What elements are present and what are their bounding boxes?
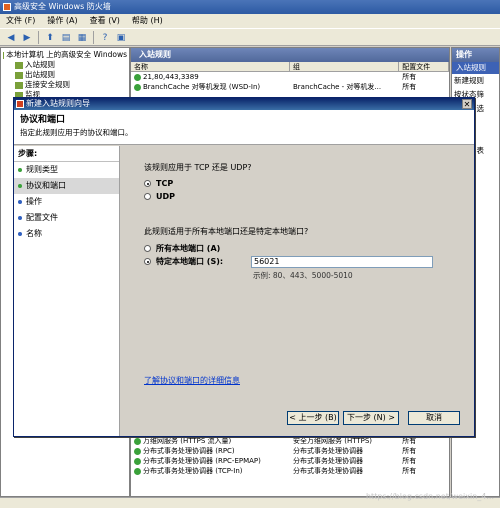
dialog-body: 步骤: 规则类型 协议和端口 操作 配置文件 名称 该规则应用于 TCP 还是 … bbox=[14, 146, 474, 436]
rules-list-bottom: 万维网服务 (HTTPS 流入量) 安全万维网服务 (HTTPS) 所有 分布式… bbox=[131, 436, 449, 476]
properties-icon[interactable]: ▦ bbox=[75, 31, 89, 44]
action-new-rule[interactable]: 新建规则 bbox=[452, 74, 499, 88]
step-dot-icon bbox=[18, 216, 22, 220]
table-row[interactable]: 分布式事务处理协调器 (RPC-EPMAP) 分布式事务处理协调器 所有 bbox=[131, 456, 449, 466]
radio-selected-icon bbox=[144, 180, 151, 187]
enabled-check-icon bbox=[134, 467, 141, 475]
step-dot-icon bbox=[18, 232, 22, 236]
wizard-icon bbox=[16, 100, 24, 108]
firewall-icon bbox=[3, 51, 5, 59]
connection-icon bbox=[15, 81, 23, 89]
wizard-content: 该规则应用于 TCP 还是 UDP? TCP UDP 此规则适用于所有本地端口还… bbox=[120, 146, 474, 436]
outbound-icon bbox=[15, 71, 23, 79]
port-field[interactable]: 56021 bbox=[251, 256, 433, 268]
toolbar-separator bbox=[93, 31, 94, 44]
toolbar-separator bbox=[38, 31, 39, 44]
tree-item-root[interactable]: 本地计算机 上的高级安全 Windows bbox=[3, 50, 127, 60]
steps-label: 步骤: bbox=[14, 146, 119, 162]
menu-action[interactable]: 操作 (A) bbox=[47, 14, 77, 28]
column-group[interactable]: 组 bbox=[290, 62, 400, 71]
firewall-app-icon bbox=[3, 3, 11, 11]
port-example: 示例: 80、443、5000-5010 bbox=[253, 271, 353, 280]
enabled-check-icon bbox=[134, 83, 141, 91]
rules-pane-title: 入站规则 bbox=[131, 48, 449, 62]
radio-all-ports[interactable]: 所有本地端口 (A) bbox=[144, 243, 220, 254]
dialog-subheading: 指定此规则应用于的协议和端口。 bbox=[20, 128, 133, 137]
cancel-button[interactable]: 取消 bbox=[408, 411, 460, 425]
step-dot-icon bbox=[18, 168, 22, 172]
step-protocol-port[interactable]: 协议和端口 bbox=[14, 178, 119, 194]
port-question: 此规则适用于所有本地端口还是特定本地端口? bbox=[144, 227, 309, 236]
enabled-check-icon bbox=[134, 73, 141, 81]
radio-udp[interactable]: UDP bbox=[144, 192, 175, 201]
window-titlebar: 高级安全 Windows 防火墙 bbox=[0, 0, 500, 14]
actions-title: 操作 bbox=[452, 48, 499, 62]
inbound-icon bbox=[15, 61, 23, 69]
tree-item-connection[interactable]: 连接安全规则 bbox=[3, 80, 127, 90]
rules-column-header: 名称 组 配置文件 bbox=[131, 62, 449, 72]
enabled-check-icon bbox=[134, 437, 141, 445]
menu-file[interactable]: 文件 (F) bbox=[6, 14, 35, 28]
tree-item-outbound[interactable]: 出站规则 bbox=[3, 70, 127, 80]
back-icon[interactable]: ◀ bbox=[4, 31, 18, 44]
menu-bar: 文件 (F) 操作 (A) 查看 (V) 帮助 (H) bbox=[0, 14, 500, 28]
step-name[interactable]: 名称 bbox=[14, 226, 119, 242]
dialog-titlebar: 新建入站规则向导 ✕ bbox=[14, 98, 474, 110]
enabled-check-icon bbox=[134, 457, 141, 465]
help-icon[interactable]: ? bbox=[98, 31, 112, 44]
window-title: 高级安全 Windows 防火墙 bbox=[14, 2, 111, 11]
dialog-title: 新建入站规则向导 bbox=[26, 99, 90, 108]
menu-view[interactable]: 查看 (V) bbox=[90, 14, 120, 28]
step-dot-icon bbox=[18, 200, 22, 204]
radio-specific-ports[interactable]: 特定本地端口 (S): bbox=[144, 256, 223, 267]
help-link[interactable]: 了解协议和端口的详细信息 bbox=[144, 375, 240, 386]
menu-help[interactable]: 帮助 (H) bbox=[132, 14, 163, 28]
step-action[interactable]: 操作 bbox=[14, 194, 119, 210]
table-row[interactable]: 万维网服务 (HTTPS 流入量) 安全万维网服务 (HTTPS) 所有 bbox=[131, 436, 449, 446]
forward-icon[interactable]: ▶ bbox=[20, 31, 34, 44]
column-profile[interactable]: 配置文件 bbox=[399, 62, 449, 71]
radio-selected-icon bbox=[144, 258, 151, 265]
folder-icon[interactable]: ▤ bbox=[59, 31, 73, 44]
radio-unselected-icon bbox=[144, 193, 151, 200]
back-button[interactable]: < 上一步 (B) bbox=[287, 411, 339, 425]
watermark: https://blog.csdn.net/weixin_4... bbox=[365, 492, 494, 501]
dialog-header: 协议和端口 指定此规则应用于的协议和端口。 bbox=[14, 110, 474, 145]
tree-item-inbound[interactable]: 入站规则 bbox=[3, 60, 127, 70]
enabled-check-icon bbox=[134, 447, 141, 455]
actions-subtitle[interactable]: 入站规则 bbox=[452, 62, 499, 74]
new-inbound-rule-dialog: 新建入站规则向导 ✕ 协议和端口 指定此规则应用于的协议和端口。 步骤: 规则类… bbox=[13, 97, 475, 437]
step-rule-type[interactable]: 规则类型 bbox=[14, 162, 119, 178]
close-icon[interactable]: ✕ bbox=[462, 99, 472, 109]
toolbar: ◀ ▶ ⬆ ▤ ▦ ? ▣ bbox=[0, 28, 500, 46]
next-button[interactable]: 下一步 (N) > bbox=[343, 411, 399, 425]
table-row[interactable]: 21,80,443,3389 所有 bbox=[131, 72, 449, 82]
table-row[interactable]: BranchCache 对等机发现 (WSD-In) BranchCache -… bbox=[131, 82, 449, 92]
radio-unselected-icon bbox=[144, 245, 151, 252]
column-name[interactable]: 名称 bbox=[131, 62, 290, 71]
up-icon[interactable]: ⬆ bbox=[43, 31, 57, 44]
radio-tcp[interactable]: TCP bbox=[144, 179, 173, 188]
wizard-steps: 步骤: 规则类型 协议和端口 操作 配置文件 名称 bbox=[14, 146, 120, 436]
step-profile[interactable]: 配置文件 bbox=[14, 210, 119, 226]
table-row[interactable]: 分布式事务处理协调器 (RPC) 分布式事务处理协调器 所有 bbox=[131, 446, 449, 456]
protocol-question: 该规则应用于 TCP 还是 UDP? bbox=[144, 163, 252, 172]
dialog-heading: 协议和端口 bbox=[20, 115, 66, 125]
panel-icon[interactable]: ▣ bbox=[114, 31, 128, 44]
step-dot-icon bbox=[18, 184, 22, 188]
table-row[interactable]: 分布式事务处理协调器 (TCP-In) 分布式事务处理协调器 所有 bbox=[131, 466, 449, 476]
